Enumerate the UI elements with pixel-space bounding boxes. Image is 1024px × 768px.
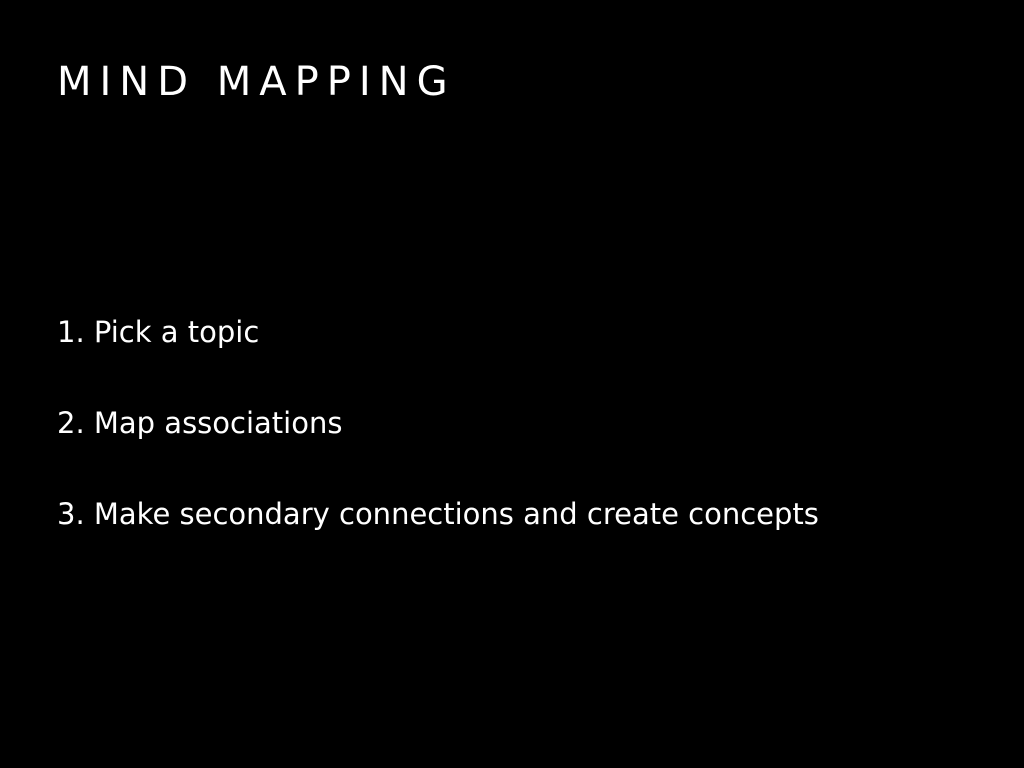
slide-title: MIND MAPPING <box>57 59 456 105</box>
presentation-slide: MIND MAPPING 1. Pick a topic 2. Map asso… <box>0 0 1024 768</box>
step-item-secondary-connections: 3. Make secondary connections and create… <box>57 497 819 531</box>
steps-list: 1. Pick a topic 2. Map associations 3. M… <box>57 310 819 583</box>
step-item-map-associations: 2. Map associations <box>57 406 343 440</box>
step-item-pick-topic: 1. Pick a topic <box>57 315 260 349</box>
